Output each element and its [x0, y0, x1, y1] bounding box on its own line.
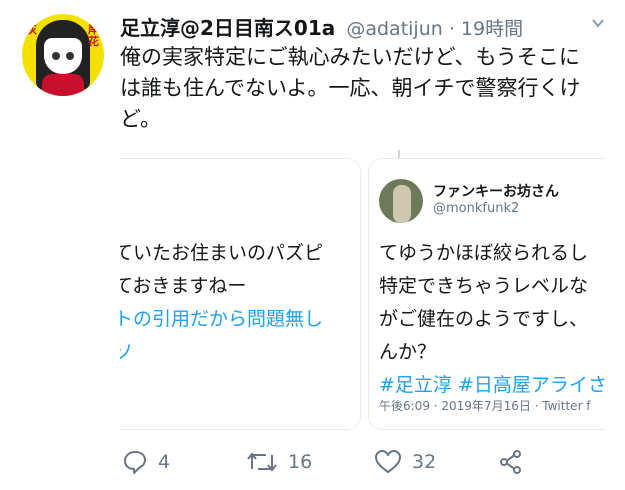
- reply-icon: [124, 451, 146, 474]
- card-line: ていたお住まいのパズピ: [120, 242, 324, 264]
- reply-button[interactable]: 4: [122, 445, 170, 479]
- retweet-button[interactable]: 16: [246, 445, 312, 479]
- like-count: 32: [412, 451, 437, 473]
- avatar-text-left: 灰: [26, 23, 37, 36]
- card-line: がご健在のようですし、: [379, 308, 589, 330]
- card-line: 特定できちゃうレベルな: [379, 275, 589, 297]
- chevron-down-icon[interactable]: [591, 16, 605, 30]
- tweet-header: 足立淳@2日目南ス01a @adatijun · 19時間: [120, 12, 607, 42]
- card-text: ていたお住まいのパズピ ておきますねー トの引用だから問題無し ソ: [120, 237, 360, 369]
- handle-and-time[interactable]: @adatijun · 19時間: [346, 18, 523, 40]
- reply-count: 4: [158, 451, 171, 473]
- avatar-eye: [66, 52, 74, 60]
- avatar-body: [42, 74, 84, 96]
- quoted-timestamp: 午後6:09 · 2019年7月16日 · Twitter f: [379, 399, 591, 413]
- retweet-count: 16: [288, 451, 313, 473]
- heart-icon: [375, 450, 401, 473]
- quoted-tweet-card-left[interactable]: ていたお住まいのパズピ ておきますねー トの引用だから問題無し ソ: [120, 158, 361, 430]
- display-name[interactable]: 足立淳@2日目南ス01a: [120, 16, 335, 40]
- quoted-display-name[interactable]: ファンキーお坊さん: [433, 181, 559, 201]
- card-link-line[interactable]: トの引用だから問題無し: [120, 303, 360, 336]
- avatar-face: [44, 38, 82, 74]
- card-line: んか？: [379, 341, 437, 363]
- avatar-figure: [393, 185, 411, 223]
- share-button[interactable]: [498, 445, 534, 479]
- tweet-text: 俺の実家特定にご執心みたいだけど、もうそこには誰も住んでないよ。一応、朝イチで警…: [120, 45, 581, 131]
- retweet-icon: [247, 452, 277, 472]
- like-button[interactable]: 32: [374, 445, 436, 479]
- card-line: てゆうかほぼ絞られるし: [379, 242, 589, 264]
- author-avatar[interactable]: 灰 岸花: [22, 14, 104, 96]
- card-link-fragment[interactable]: ソ: [120, 336, 360, 369]
- avatar-eye: [52, 52, 60, 60]
- quoted-avatar[interactable]: [379, 179, 423, 223]
- tweet-actions: 4 16 32: [120, 445, 600, 479]
- quoted-tweet-card-right[interactable]: ファンキーお坊さん @monkfunk2 てゆうかほぼ絞られるし 特定できちゃう…: [368, 158, 605, 430]
- avatar-text-right: 岸花: [88, 23, 99, 48]
- card-text: てゆうかほぼ絞られるし 特定できちゃうレベルな がご健在のようですし、 んか？ …: [379, 237, 605, 402]
- share-icon: [500, 450, 521, 474]
- card-line: ておきますねー: [120, 275, 247, 297]
- quoted-handle[interactable]: @monkfunk2: [433, 201, 519, 216]
